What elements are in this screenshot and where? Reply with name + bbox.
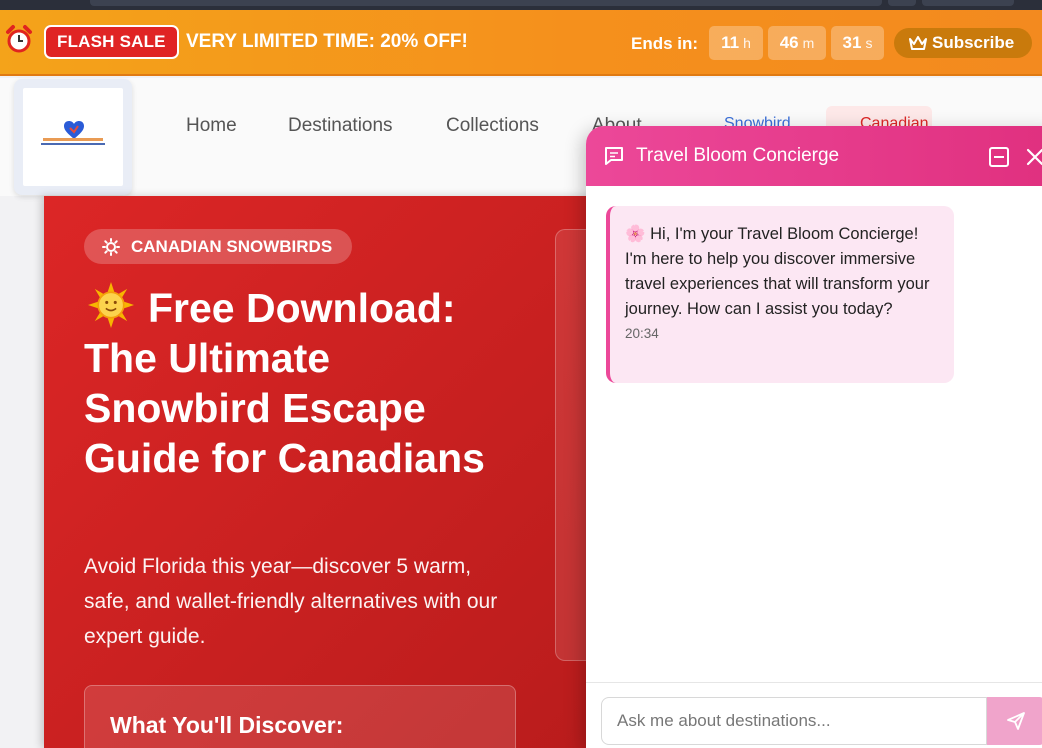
heart-logo-icon <box>64 121 84 139</box>
countdown-seconds-unit: s <box>865 35 873 51</box>
chat-bubble-icon <box>605 147 623 165</box>
flash-sale-bar: FLASH SALE VERY LIMITED TIME: 20% OFF! E… <box>0 10 1042 76</box>
discover-card: What You'll Discover: <box>84 685 516 748</box>
nav-link-destinations[interactable]: Destinations <box>288 115 393 137</box>
logo-text-line <box>41 143 105 145</box>
flash-sale-badge: FLASH SALE <box>44 25 179 59</box>
hero-subtitle: Avoid Florida this year—discover 5 warm,… <box>84 555 498 648</box>
send-icon <box>1007 712 1025 730</box>
chat-message-bubble: 🌸 Hi, I'm your Travel Bloom Concierge! I… <box>606 206 954 383</box>
chat-title: Travel Bloom Concierge <box>636 145 840 166</box>
logo-image <box>23 88 123 186</box>
send-button[interactable] <box>987 697 1042 745</box>
page-gutter <box>0 196 14 748</box>
top-strip-segment <box>90 0 882 6</box>
chat-input-area <box>586 682 1042 748</box>
sun-face-emoji-icon <box>88 282 134 328</box>
hero-title: Free Download: The Ultimate Snowbird Esc… <box>84 282 524 483</box>
countdown-minutes-unit: m <box>802 35 815 51</box>
edge-highlight <box>1026 510 1042 620</box>
chat-message-time: 20:34 <box>625 326 659 341</box>
countdown-minutes-value: 46 <box>779 33 799 52</box>
hero-category-badge: CANADIAN SNOWBIRDS <box>84 229 353 264</box>
top-strip-segment <box>922 0 1014 6</box>
minimize-icon[interactable] <box>988 146 1010 168</box>
chat-message-text: 🌸 Hi, I'm your Travel Bloom Concierge! I… <box>625 225 930 318</box>
crown-icon <box>909 36 927 50</box>
countdown-hours: 11 h <box>709 26 763 60</box>
alarm-clock-icon <box>6 25 32 53</box>
subscribe-button[interactable]: Subscribe <box>894 28 1032 58</box>
nav-link-collections[interactable]: Collections <box>446 115 539 137</box>
close-icon[interactable] <box>1024 146 1042 168</box>
hero-section: CANADIAN SNOWBIRDS Free Download: The Ul… <box>44 196 615 748</box>
countdown-label: Ends in: <box>631 34 699 53</box>
sun-icon <box>102 238 120 256</box>
chat-input[interactable] <box>601 697 987 745</box>
nav-link-home[interactable]: Home <box>186 115 237 137</box>
top-strip-segment <box>888 0 916 6</box>
hero-title-text: Free Download: The Ultimate Snowbird Esc… <box>84 285 485 481</box>
subscribe-label: Subscribe <box>932 33 1015 52</box>
countdown-hours-unit: h <box>743 35 751 51</box>
logo-text-line <box>43 138 103 141</box>
discover-heading: What You'll Discover: <box>110 712 344 738</box>
chat-header: Travel Bloom Concierge <box>586 126 1042 186</box>
countdown-minutes: 46 m <box>768 26 826 60</box>
hero-badge-label: CANADIAN SNOWBIRDS <box>131 237 333 256</box>
countdown-seconds-value: 31 <box>842 33 862 52</box>
browser-top-strip <box>0 0 1042 10</box>
site-logo[interactable] <box>14 79 132 195</box>
flash-sale-message: VERY LIMITED TIME: 20% OFF! <box>186 31 468 52</box>
chat-widget: Travel Bloom Concierge 🌸 Hi, I'm your Tr… <box>586 126 1042 748</box>
countdown-hours-value: 11 <box>721 33 740 52</box>
countdown-seconds: 31 s <box>831 26 884 60</box>
